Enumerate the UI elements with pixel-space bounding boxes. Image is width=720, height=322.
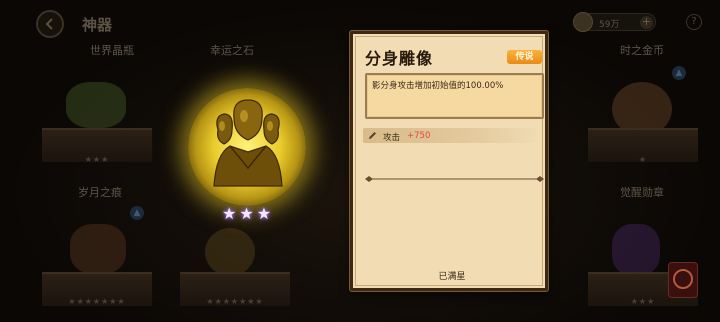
artifact-label: 幸运之石 [210,44,254,57]
featured-star-rating: ★ ★ ★ [222,206,271,222]
star-icon: ★ [222,204,237,223]
world-crystal-bottle-icon[interactable] [66,82,126,128]
artifact-detail-panel: 分身雕像 传说 影分身攻击增加初始值的100.00% 攻击 +750 已满星 [350,31,548,291]
description-text: 影分身攻击增加初始值的100.00% [372,81,504,91]
clone-statue-icon[interactable] [200,94,296,194]
pedestal-stars: ★★★ [630,297,656,306]
pedestal-stars: ★ [638,155,648,164]
star-icon: ★ [256,204,272,223]
artifact-label: 觉醒勋章 [620,186,664,199]
artifact-label: 世界晶瓶 [90,44,134,57]
description-box: 影分身攻击增加初始值的100.00% [365,73,544,119]
star-icon: ★ [239,204,254,223]
back-arrow-icon [45,18,53,30]
currency-display: 59万 + [573,12,656,32]
back-button[interactable] [36,10,64,38]
compass-artifact-icon[interactable] [205,228,255,276]
artifact-name: 分身雕像 [365,49,434,68]
currency-value: 59万 [599,20,620,30]
awakening-medal-icon[interactable] [612,224,660,276]
treasure-chest-icon[interactable] [70,224,126,274]
shortcut-badge-icon[interactable] [668,262,698,298]
rarity-badge: 传说 [507,50,542,64]
artifact-label: 时之金币 [620,44,664,57]
coin-icon [573,12,593,32]
stat-row: 攻击 +750 [363,128,542,143]
pedestal-stars: ★★★ [84,155,110,164]
upgrade-arrow-icon: ▲ [130,206,144,220]
stat-value: +750 [407,131,431,141]
ornament-divider [365,176,544,182]
page-title: 神器 [82,16,113,34]
pencil-icon [369,132,376,139]
pedestal-stars: ★★★★★★★ [68,297,126,306]
upgrade-arrow-icon: ▲ [672,66,686,80]
add-currency-button[interactable]: + [640,16,653,29]
max-star-status: 已满星 [438,272,466,282]
artifact-label: 岁月之痕 [78,186,122,199]
stat-label: 攻击 [383,133,401,143]
panel-frame: 分身雕像 传说 影分身攻击增加初始值的100.00% 攻击 +750 已满星 [355,36,544,286]
help-button[interactable]: ? [686,14,702,30]
pedestal-stars: ★★★★★★★ [206,297,264,306]
